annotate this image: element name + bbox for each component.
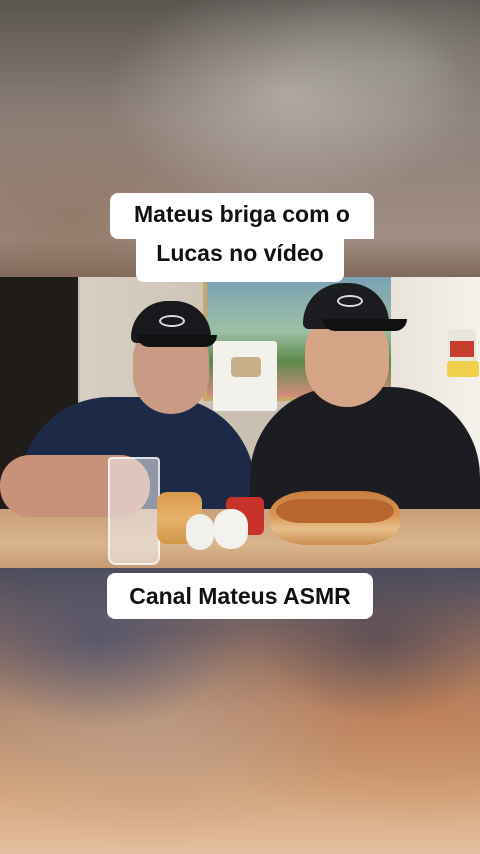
giant-burger bbox=[270, 491, 400, 545]
water-glass bbox=[108, 457, 160, 565]
sauce-bottle bbox=[186, 514, 214, 550]
caption-bottom: Canal Mateus ASMR bbox=[107, 573, 373, 619]
play-button-plaque bbox=[213, 341, 277, 411]
caption-top-line-2: Lucas no vídeo bbox=[136, 232, 344, 282]
jar-lid bbox=[447, 361, 479, 377]
sauce-bottle bbox=[214, 509, 248, 549]
video-frame[interactable] bbox=[0, 277, 480, 568]
